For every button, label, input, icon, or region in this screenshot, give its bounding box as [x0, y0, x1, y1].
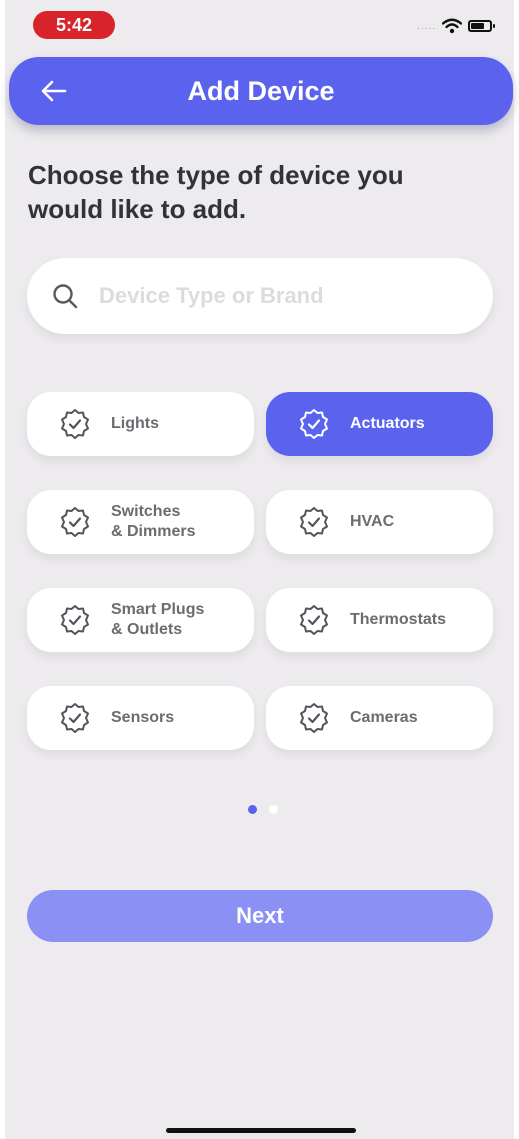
verified-badge-icon	[61, 507, 89, 537]
verified-badge-icon	[61, 605, 89, 635]
verified-badge-icon	[300, 507, 328, 537]
cellular-signal-icon: .....	[417, 20, 436, 32]
battery-icon	[468, 20, 495, 32]
device-type-actuators[interactable]: Actuators	[266, 392, 493, 456]
screen: 5:42 ..... Add Device Choose the type of…	[5, 0, 514, 1139]
instruction-text: Choose the type of device you would like…	[28, 160, 404, 224]
device-type-lights[interactable]: Lights	[27, 392, 254, 456]
app-header: Add Device	[9, 57, 513, 125]
verified-badge-icon	[61, 703, 89, 733]
page-indicator	[248, 805, 278, 814]
verified-badge-icon	[300, 605, 328, 635]
status-indicators: .....	[417, 18, 495, 34]
device-type-label: Cameras	[350, 709, 418, 726]
device-type-cameras[interactable]: Cameras	[266, 686, 493, 750]
page-dot[interactable]	[269, 805, 278, 814]
arrow-left-icon	[41, 80, 67, 102]
device-type-sensors[interactable]: Sensors	[27, 686, 254, 750]
device-type-label: Thermostats	[350, 611, 447, 628]
device-type-label: Actuators	[350, 415, 425, 432]
device-type-thermostats[interactable]: Thermostats	[266, 588, 493, 652]
back-button[interactable]	[37, 75, 71, 107]
verified-badge-icon	[300, 409, 328, 439]
device-type-label: HVAC	[350, 513, 395, 530]
device-type-switches-dimmers[interactable]: Switches & Dimmers	[27, 490, 254, 554]
verified-badge-icon	[300, 703, 328, 733]
device-type-label: Switches & Dimmers	[111, 503, 196, 540]
device-type-label: Lights	[111, 415, 159, 432]
home-indicator	[166, 1128, 356, 1133]
search-input[interactable]	[99, 283, 439, 309]
search-icon	[53, 284, 78, 309]
device-type-label: Smart Plugs & Outlets	[111, 601, 205, 638]
page-title: Add Device	[187, 76, 335, 106]
page-dot[interactable]	[248, 805, 257, 814]
verified-badge-icon	[61, 409, 89, 439]
device-type-hvac[interactable]: HVAC	[266, 490, 493, 554]
device-type-smart-plugs-outlets[interactable]: Smart Plugs & Outlets	[27, 588, 254, 652]
device-type-label: Sensors	[111, 709, 175, 726]
status-time: 5:42	[33, 11, 115, 39]
search-bar[interactable]	[27, 258, 493, 334]
wifi-icon	[442, 18, 462, 34]
next-button[interactable]: Next	[27, 890, 493, 942]
